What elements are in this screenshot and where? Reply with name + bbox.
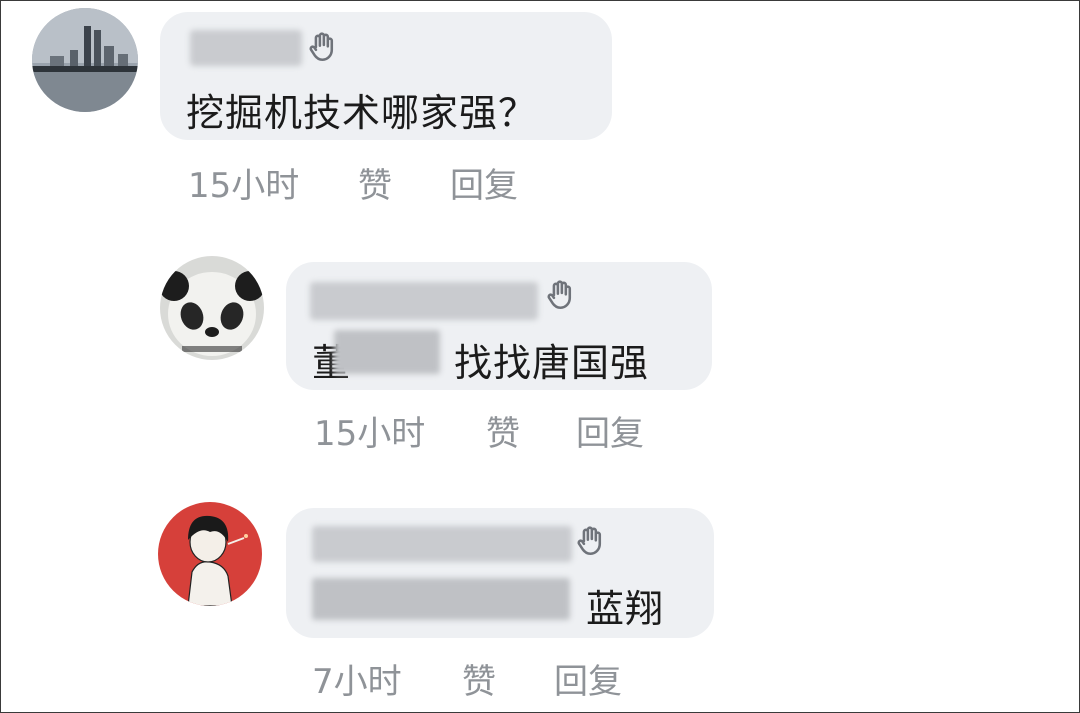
avatar[interactable]	[158, 502, 262, 606]
comment-time: 7小时	[312, 662, 402, 702]
waving-hand-icon	[574, 524, 608, 558]
city-skyline-avatar-icon	[32, 8, 138, 112]
comment-text: 挖掘机技术哪家强？	[186, 91, 538, 135]
username-blurred[interactable]	[310, 282, 538, 320]
reply-button[interactable]: 回复	[450, 158, 518, 207]
username-blurred[interactable]	[190, 30, 302, 66]
like-button[interactable]: 赞	[486, 406, 520, 455]
panda-avatar-icon	[160, 256, 264, 360]
avatar[interactable]	[32, 8, 138, 112]
comment-time: 15小时	[188, 166, 300, 206]
comment-time: 15小时	[314, 414, 426, 454]
reply-button[interactable]: 回复	[554, 654, 622, 703]
username-blurred[interactable]	[312, 526, 572, 562]
mention-blurred[interactable]	[334, 330, 440, 374]
waving-hand-icon	[544, 278, 578, 312]
avatar[interactable]	[160, 256, 264, 360]
mention-blurred[interactable]	[312, 578, 570, 620]
like-button[interactable]: 赞	[358, 158, 392, 207]
red-anime-boy-avatar-icon	[158, 502, 262, 606]
reply-button[interactable]: 回复	[576, 406, 644, 455]
comment-text: 找找唐国强	[454, 341, 650, 385]
like-button[interactable]: 赞	[462, 654, 496, 703]
waving-hand-icon	[306, 30, 340, 64]
comment-text: 蓝翔	[586, 587, 665, 631]
